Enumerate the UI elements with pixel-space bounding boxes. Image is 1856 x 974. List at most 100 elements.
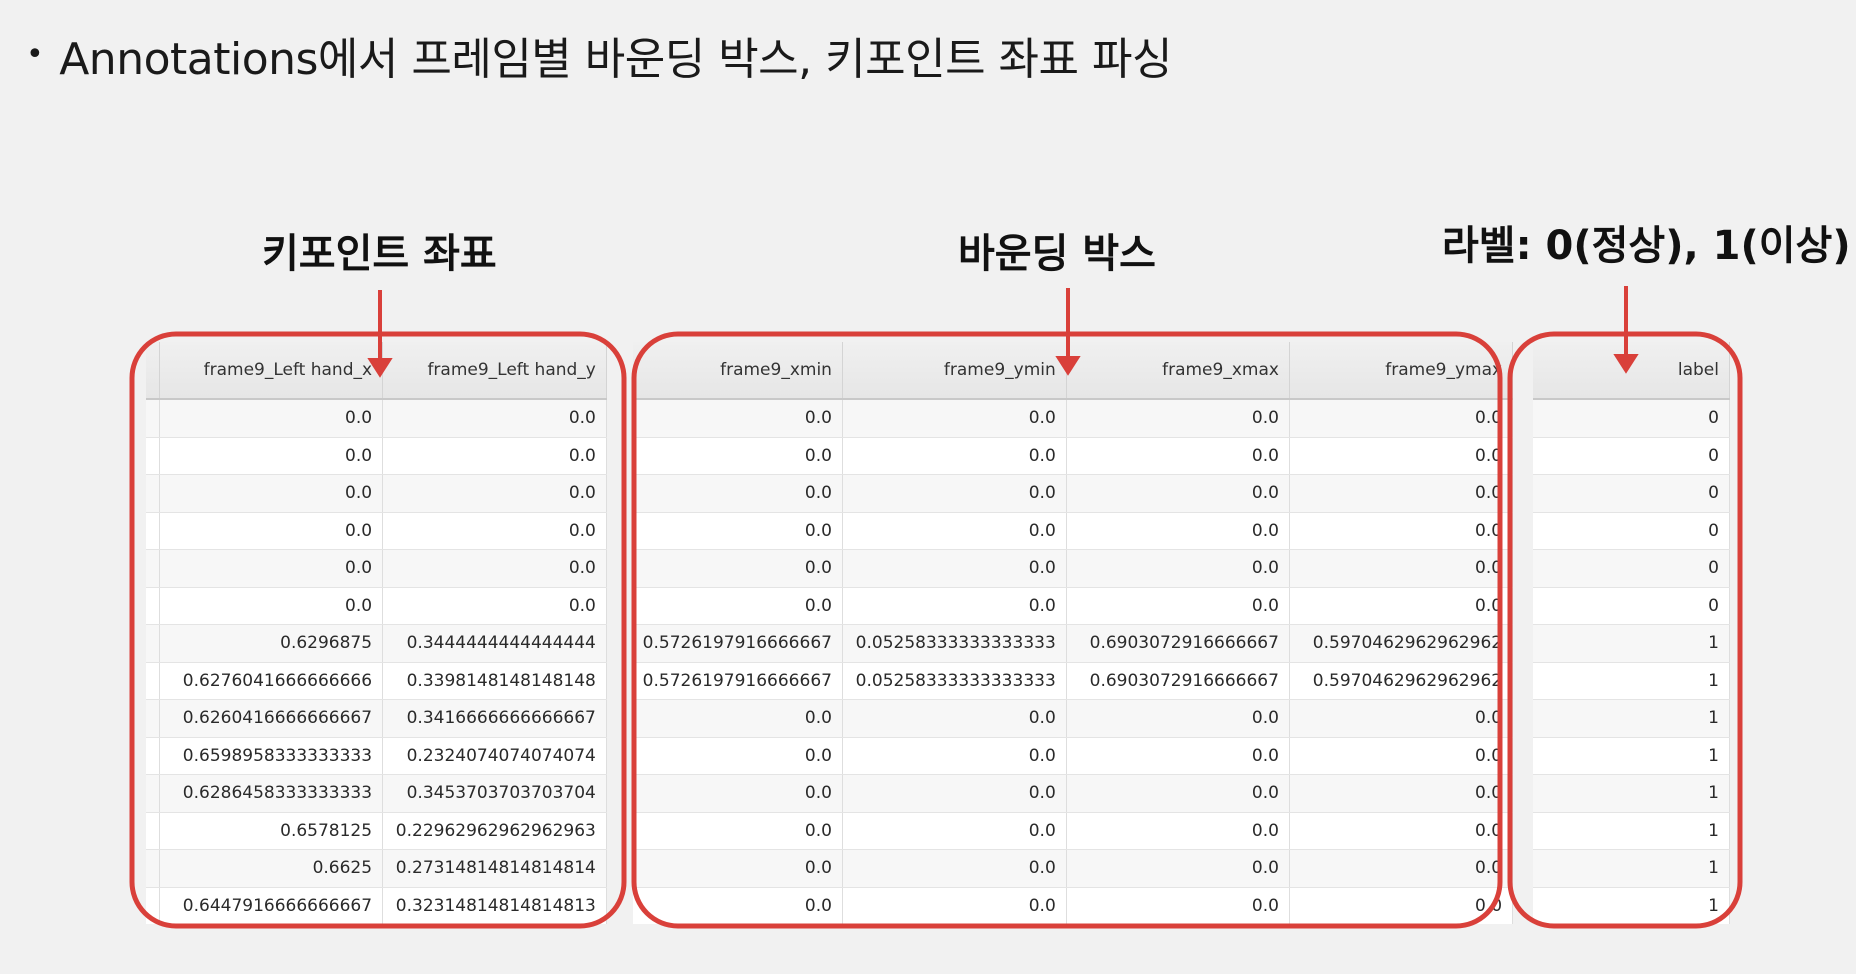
- table-cell[interactable]: 0.0: [1066, 437, 1290, 475]
- table-cell[interactable]: 0.0: [1289, 774, 1514, 813]
- table-cell[interactable]: 0.0: [382, 474, 607, 513]
- table-row[interactable]: 0.0 0.0 0.0 0.0 0.0 0.0 0: [146, 587, 1730, 625]
- table-cell[interactable]: 0.6447916666666667: [159, 887, 384, 924]
- table-row[interactable]: 0.0 0.0 0.0 0.0 0.0 0.0 0: [146, 474, 1730, 513]
- table-cell[interactable]: 0.0: [1289, 849, 1514, 888]
- table-cell[interactable]: 0: [1533, 512, 1730, 550]
- table-cell[interactable]: 0: [1533, 549, 1730, 588]
- data-table-view[interactable]: frame9_Left hand_x frame9_Left hand_y fr…: [146, 342, 1730, 924]
- table-cell[interactable]: 0.0: [1289, 699, 1514, 738]
- table-cell[interactable]: 0.0: [1066, 774, 1290, 813]
- table-cell[interactable]: 0.0: [842, 812, 1067, 850]
- table-cell[interactable]: 0.05258333333333333: [842, 662, 1067, 700]
- table-cell[interactable]: 0.0: [159, 437, 384, 475]
- table-cell[interactable]: 0.0: [382, 399, 607, 438]
- table-cell[interactable]: 0.5726197916666667: [632, 662, 843, 700]
- table-cell[interactable]: 0.0: [842, 474, 1067, 513]
- table-cell[interactable]: 1: [1533, 849, 1730, 888]
- table-cell[interactable]: 0.0: [632, 849, 843, 888]
- table-cell[interactable]: 0.0: [842, 512, 1067, 550]
- column-header[interactable]: label: [1533, 342, 1730, 400]
- table-cell[interactable]: 0.0: [632, 512, 843, 550]
- table-cell[interactable]: 0.0: [1066, 474, 1290, 513]
- table-cell[interactable]: 0.0: [1289, 399, 1514, 438]
- column-header[interactable]: frame9_ymax: [1289, 342, 1514, 400]
- table-row[interactable]: 0.0 0.0 0.0 0.0 0.0 0.0 0: [146, 399, 1730, 438]
- table-cell[interactable]: 0.0: [159, 474, 384, 513]
- table-cell[interactable]: 0.6903072916666667: [1066, 662, 1290, 700]
- table-cell[interactable]: 0.0: [159, 587, 384, 625]
- table-row[interactable]: 0.6578125 0.22962962962962963 0.0 0.0 0.0 0.0…: [146, 812, 1730, 850]
- table-cell[interactable]: 0.0: [842, 549, 1067, 588]
- table-cell[interactable]: 1: [1533, 774, 1730, 813]
- table-cell[interactable]: 0.0: [382, 512, 607, 550]
- table-row[interactable]: 0.0 0.0 0.0 0.0 0.0 0.0 0: [146, 437, 1730, 475]
- table-cell[interactable]: 0.0: [632, 812, 843, 850]
- table-cell[interactable]: 0.5726197916666667: [632, 624, 843, 663]
- table-cell[interactable]: 0.0: [632, 437, 843, 475]
- table-row[interactable]: 0.6447916666666667 0.32314814814814813 0.0…: [146, 887, 1730, 924]
- table-cell[interactable]: 1: [1533, 812, 1730, 850]
- table-cell[interactable]: 0.3444444444444444: [382, 624, 607, 663]
- table-row[interactable]: 0.6286458333333333 0.3453703703703704 0.0 0…: [146, 774, 1730, 813]
- table-cell[interactable]: 0.0: [842, 774, 1067, 813]
- table-row[interactable]: 0.6296875 0.3444444444444444 0.57261979166…: [146, 624, 1730, 663]
- table-cell[interactable]: 1: [1533, 737, 1730, 775]
- table-row[interactable]: 0.6276041666666666 0.3398148148148148 0.57…: [146, 662, 1730, 700]
- table-cell[interactable]: 1: [1533, 699, 1730, 738]
- table-cell[interactable]: 0.0: [1066, 587, 1290, 625]
- table-cell[interactable]: 0.0: [1289, 474, 1514, 513]
- table-cell[interactable]: 0.0: [1289, 887, 1514, 924]
- table-cell[interactable]: 0.0: [842, 849, 1067, 888]
- table-cell[interactable]: 0.27314814814814814: [382, 849, 607, 888]
- table-cell[interactable]: 0.0: [1289, 549, 1514, 588]
- table-cell[interactable]: 0: [1533, 587, 1730, 625]
- table-row[interactable]: 0.6260416666666667 0.3416666666666667 0.0 0…: [146, 699, 1730, 738]
- table-cell[interactable]: 0.0: [632, 737, 843, 775]
- column-header[interactable]: frame9_xmax: [1066, 342, 1290, 400]
- table-cell[interactable]: 0.0: [842, 887, 1067, 924]
- table-cell[interactable]: 0: [1533, 474, 1730, 513]
- table-cell[interactable]: 0.05258333333333333: [842, 624, 1067, 663]
- table-cell[interactable]: 0.0: [1066, 549, 1290, 588]
- column-header[interactable]: frame9_xmin: [632, 342, 843, 400]
- table-cell[interactable]: 1: [1533, 887, 1730, 924]
- table-cell[interactable]: 0.6276041666666666: [159, 662, 384, 700]
- table-cell[interactable]: 0.0: [632, 699, 843, 738]
- table-row[interactable]: 0.6625 0.27314814814814814 0.0 0.0 0.0 0.0 1: [146, 849, 1730, 888]
- table-cell[interactable]: 0.22962962962962963: [382, 812, 607, 850]
- table-cell[interactable]: 0.0: [842, 699, 1067, 738]
- column-header[interactable]: frame9_Left hand_y: [382, 342, 607, 400]
- table-cell[interactable]: 0.5970462962962962: [1289, 624, 1514, 663]
- table-cell[interactable]: 0.0: [842, 587, 1067, 625]
- table-cell[interactable]: 0.6903072916666667: [1066, 624, 1290, 663]
- table-row[interactable]: 0.0 0.0 0.0 0.0 0.0 0.0 0: [146, 512, 1730, 550]
- table-cell[interactable]: 0.0: [382, 549, 607, 588]
- table-cell[interactable]: 0.32314814814814813: [382, 887, 607, 924]
- column-header[interactable]: frame9_Left hand_x: [159, 342, 384, 400]
- table-cell[interactable]: 0.0: [1289, 812, 1514, 850]
- table-cell[interactable]: 0.5970462962962962: [1289, 662, 1514, 700]
- table-cell[interactable]: 0.6578125: [159, 812, 384, 850]
- table-cell[interactable]: 1: [1533, 662, 1730, 700]
- table-cell[interactable]: 0.6625: [159, 849, 384, 888]
- table-cell[interactable]: 0.0: [1289, 587, 1514, 625]
- table-cell[interactable]: 0.0: [632, 549, 843, 588]
- table-cell[interactable]: 0.0: [1066, 812, 1290, 850]
- table-cell[interactable]: 0.3453703703703704: [382, 774, 607, 813]
- table-cell[interactable]: 0.6286458333333333: [159, 774, 384, 813]
- table-cell[interactable]: 0.0: [1066, 737, 1290, 775]
- table-cell[interactable]: 0.3416666666666667: [382, 699, 607, 738]
- table-cell[interactable]: 0.0: [632, 887, 843, 924]
- table-cell[interactable]: 0.6598958333333333: [159, 737, 384, 775]
- table-cell[interactable]: 0.0: [382, 587, 607, 625]
- table-cell[interactable]: 0.0: [632, 399, 843, 438]
- table-row[interactable]: 0.0 0.0 0.0 0.0 0.0 0.0 0: [146, 549, 1730, 588]
- table-cell[interactable]: 0.0: [159, 512, 384, 550]
- table-cell[interactable]: 0.0: [1289, 737, 1514, 775]
- table-cell[interactable]: 0.0: [1066, 399, 1290, 438]
- table-cell[interactable]: 0.0: [159, 399, 384, 438]
- table-cell[interactable]: 0.0: [632, 774, 843, 813]
- table-cell[interactable]: 0.0: [382, 437, 607, 475]
- table-cell[interactable]: 0.6260416666666667: [159, 699, 384, 738]
